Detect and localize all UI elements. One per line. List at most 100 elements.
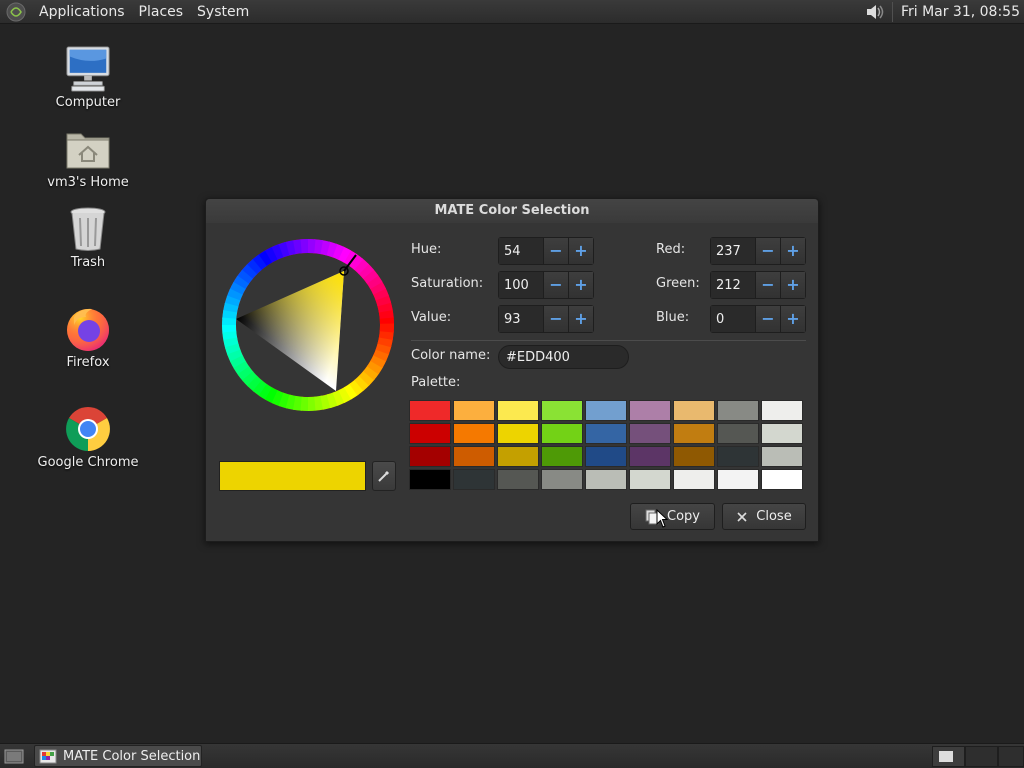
color-name-input[interactable] xyxy=(498,345,629,369)
desktop-icon-trash[interactable]: Trash xyxy=(33,205,143,270)
red-decrement-button[interactable]: − xyxy=(755,238,780,264)
home-folder-icon xyxy=(66,133,110,169)
workspace-window-thumb xyxy=(939,751,953,762)
places-menu[interactable]: Places xyxy=(132,4,191,20)
palette-swatch[interactable] xyxy=(585,446,627,467)
blue-decrement-button[interactable]: − xyxy=(755,306,780,332)
value-label: Value: xyxy=(411,310,452,325)
blue-input[interactable] xyxy=(711,306,755,332)
palette-swatch[interactable] xyxy=(761,469,803,490)
palette-swatch[interactable] xyxy=(541,469,583,490)
desktop-icon-computer[interactable]: Computer xyxy=(33,45,143,110)
blue-spinbox[interactable]: − + xyxy=(710,305,806,333)
green-spinbox[interactable]: − + xyxy=(710,271,806,299)
green-label: Green: xyxy=(656,276,700,291)
eyedropper-button[interactable] xyxy=(372,461,396,491)
red-spinbox[interactable]: − + xyxy=(710,237,806,265)
palette-swatch[interactable] xyxy=(629,469,671,490)
desktop-icon-label: vm3's Home xyxy=(47,175,129,190)
workspace-2[interactable] xyxy=(965,746,998,767)
blue-label: Blue: xyxy=(656,310,690,325)
value-input[interactable] xyxy=(499,306,543,332)
palette-swatch[interactable] xyxy=(585,400,627,421)
palette-swatch[interactable] xyxy=(453,446,495,467)
saturation-spinbox[interactable]: − + xyxy=(498,271,594,299)
palette-swatch[interactable] xyxy=(541,400,583,421)
volume-icon[interactable] xyxy=(864,2,886,22)
saturation-input[interactable] xyxy=(499,272,543,298)
saturation-label: Saturation: xyxy=(411,276,484,291)
palette-swatch[interactable] xyxy=(453,423,495,444)
palette-swatch[interactable] xyxy=(497,400,539,421)
firefox-icon xyxy=(67,308,109,351)
hue-increment-button[interactable]: + xyxy=(568,238,593,264)
palette-swatch[interactable] xyxy=(761,446,803,467)
hue-decrement-button[interactable]: − xyxy=(543,238,568,264)
green-input[interactable] xyxy=(711,272,755,298)
palette-swatch[interactable] xyxy=(541,446,583,467)
saturation-increment-button[interactable]: + xyxy=(568,272,593,298)
close-button[interactable]: Close xyxy=(722,503,806,530)
palette-swatch[interactable] xyxy=(673,446,715,467)
palette-swatch[interactable] xyxy=(761,423,803,444)
hue-input[interactable] xyxy=(499,238,543,264)
blue-increment-button[interactable]: + xyxy=(780,306,805,332)
workspace-1[interactable] xyxy=(932,746,965,767)
panel-separator xyxy=(891,2,893,22)
palette-swatch[interactable] xyxy=(453,469,495,490)
palette-swatch[interactable] xyxy=(585,469,627,490)
palette-swatch[interactable] xyxy=(497,446,539,467)
clock[interactable]: Fri Mar 31, 08:55 xyxy=(901,4,1024,20)
hue-spinbox[interactable]: − + xyxy=(498,237,594,265)
taskbar-task-color-selection[interactable]: MATE Color Selection xyxy=(34,745,202,767)
desktop-icon-label: Computer xyxy=(55,95,121,110)
palette-swatch[interactable] xyxy=(717,446,759,467)
palette-swatch[interactable] xyxy=(717,423,759,444)
mouse-pointer-icon xyxy=(656,509,669,528)
palette-swatch[interactable] xyxy=(673,400,715,421)
value-decrement-button[interactable]: − xyxy=(543,306,568,332)
palette-swatch[interactable] xyxy=(497,469,539,490)
copy-button[interactable]: Copy xyxy=(630,503,715,530)
palette-swatch[interactable] xyxy=(453,400,495,421)
dialog-titlebar[interactable]: MATE Color Selection xyxy=(206,199,818,223)
palette-swatch[interactable] xyxy=(717,469,759,490)
palette-swatch[interactable] xyxy=(717,400,759,421)
applications-menu[interactable]: Applications xyxy=(32,4,132,20)
red-input[interactable] xyxy=(711,238,755,264)
saturation-decrement-button[interactable]: − xyxy=(543,272,568,298)
palette-swatch[interactable] xyxy=(673,469,715,490)
desktop-icon-label: Trash xyxy=(70,255,106,270)
palette-swatch[interactable] xyxy=(409,400,451,421)
hue-label: Hue: xyxy=(411,242,442,257)
palette-swatch[interactable] xyxy=(541,423,583,444)
value-increment-button[interactable]: + xyxy=(568,306,593,332)
eyedropper-icon xyxy=(378,470,390,482)
color-wheel[interactable] xyxy=(220,237,396,413)
palette-swatch[interactable] xyxy=(673,423,715,444)
color-selection-app-icon xyxy=(39,749,57,764)
red-increment-button[interactable]: + xyxy=(780,238,805,264)
palette-swatch[interactable] xyxy=(409,469,451,490)
workspace-3[interactable] xyxy=(998,746,1024,767)
palette-swatch[interactable] xyxy=(629,400,671,421)
trash-icon xyxy=(70,207,106,251)
value-spinbox[interactable]: − + xyxy=(498,305,594,333)
show-desktop-icon[interactable] xyxy=(4,747,24,765)
desktop-icon-home[interactable]: vm3's Home xyxy=(33,125,143,190)
mate-logo-icon[interactable] xyxy=(6,2,26,22)
palette-swatch[interactable] xyxy=(497,423,539,444)
system-menu[interactable]: System xyxy=(190,4,256,20)
palette-swatch[interactable] xyxy=(761,400,803,421)
palette-swatch[interactable] xyxy=(629,446,671,467)
green-decrement-button[interactable]: − xyxy=(755,272,780,298)
desktop-icon-firefox[interactable]: Firefox xyxy=(33,305,143,370)
desktop-icon-chrome[interactable]: Google Chrome xyxy=(33,405,143,470)
palette-swatch[interactable] xyxy=(629,423,671,444)
palette-swatch[interactable] xyxy=(585,423,627,444)
green-increment-button[interactable]: + xyxy=(780,272,805,298)
palette-swatch[interactable] xyxy=(409,423,451,444)
computer-icon xyxy=(66,46,110,92)
palette-swatch[interactable] xyxy=(409,446,451,467)
red-label: Red: xyxy=(656,242,686,257)
